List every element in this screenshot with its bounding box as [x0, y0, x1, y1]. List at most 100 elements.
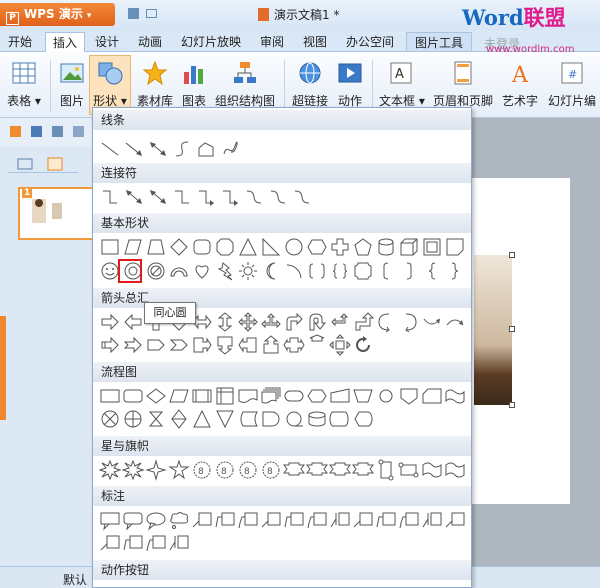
chart-button[interactable]: 图表: [180, 56, 208, 109]
shape-fterm-icon[interactable]: [283, 385, 305, 407]
shape-cl1-icon[interactable]: [191, 509, 213, 531]
shape-calld-icon[interactable]: [214, 334, 236, 356]
picture-button[interactable]: 图片: [58, 56, 86, 109]
app-menu-button[interactable]: P WPS 演示 ▾: [0, 3, 115, 26]
table-button[interactable]: 表格 ▾: [6, 56, 42, 109]
shape-auturn-icon[interactable]: [306, 311, 328, 333]
shape-ftape-icon[interactable]: [444, 385, 466, 407]
shape-cl1-icon[interactable]: [444, 509, 466, 531]
shape-callr-icon[interactable]: [191, 334, 213, 356]
shape-star5-icon[interactable]: [168, 459, 190, 481]
shape-fdelay-icon[interactable]: [260, 408, 282, 430]
shape-sun-icon[interactable]: [237, 260, 259, 282]
shape-wave-icon[interactable]: [421, 459, 443, 481]
shape-fpre-icon[interactable]: [191, 385, 213, 407]
shape-brpair-icon[interactable]: [306, 260, 328, 282]
shape-fdata-icon[interactable]: [168, 385, 190, 407]
shape-darrow-icon[interactable]: [123, 186, 145, 208]
shapes-button[interactable]: 形状 ▾: [89, 55, 131, 115]
shape-call4-icon[interactable]: [329, 334, 351, 356]
shape-tri-icon[interactable]: [237, 236, 259, 258]
shape-cl3-icon[interactable]: [398, 509, 420, 531]
shape-bolt-icon[interactable]: [214, 260, 236, 282]
shape-acurr-icon[interactable]: [398, 311, 420, 333]
shape-fmag-icon[interactable]: [306, 408, 328, 430]
shape-elbowa-icon[interactable]: [219, 186, 241, 208]
shape-rbrace-icon[interactable]: [444, 260, 466, 282]
shape-acuru-icon[interactable]: [421, 311, 443, 333]
textbox-button[interactable]: A 文本框 ▾: [379, 56, 425, 109]
tab-slideshow[interactable]: 幻灯片放映: [181, 32, 241, 52]
shape-cl2-icon[interactable]: [283, 509, 305, 531]
shape-scrib-icon[interactable]: [219, 138, 241, 160]
shape-hex-icon[interactable]: [306, 236, 328, 258]
shape-a3-icon[interactable]: [260, 311, 282, 333]
shape-ribbon-icon[interactable]: [329, 459, 351, 481]
shape-fcon-icon[interactable]: [375, 385, 397, 407]
shape-callud-icon[interactable]: [306, 334, 328, 356]
shape-cl2-icon[interactable]: [375, 509, 397, 531]
shape-fproc-icon[interactable]: [99, 385, 121, 407]
slide-picture[interactable]: [474, 255, 512, 405]
tab-design[interactable]: 设计: [95, 32, 119, 52]
shape-clb-icon[interactable]: [421, 509, 443, 531]
shape-elbow-icon[interactable]: [171, 186, 193, 208]
shape-fext-icon[interactable]: [191, 408, 213, 430]
shape-cl2-icon[interactable]: [122, 532, 144, 554]
shape-exp-icon[interactable]: [99, 459, 121, 481]
shape-curve-icon[interactable]: [171, 138, 193, 160]
shape-abu-icon[interactable]: [352, 311, 374, 333]
shape-cross-icon[interactable]: [329, 236, 351, 258]
shape-acirc-icon[interactable]: [352, 334, 374, 356]
shape-fint-icon[interactable]: [214, 385, 236, 407]
resize-handle[interactable]: [509, 252, 515, 258]
shape-cl1-icon[interactable]: [352, 509, 374, 531]
shape-arcline-icon[interactable]: [283, 260, 305, 282]
header-footer-button[interactable]: 页眉和页脚: [433, 56, 493, 109]
tab-picture-tools[interactable]: 图片工具: [406, 32, 473, 52]
shape-ce-icon[interactable]: [145, 509, 167, 531]
pane-collapse-handle[interactable]: [0, 316, 6, 420]
shape-starn-icon[interactable]: 8: [191, 459, 213, 481]
tab-home[interactable]: 开始: [8, 32, 32, 52]
shape-star4-icon[interactable]: [145, 459, 167, 481]
shape-ribbon-icon[interactable]: [306, 459, 328, 481]
shape-cl1-icon[interactable]: [260, 509, 282, 531]
shape-clb-icon[interactable]: [168, 532, 190, 554]
tab-insert[interactable]: 插入: [45, 32, 86, 52]
shape-arrow-icon[interactable]: [123, 138, 145, 160]
shape-al-icon[interactable]: [122, 311, 144, 333]
shape-scrollh-icon[interactable]: [398, 459, 420, 481]
shape-rect-icon[interactable]: [99, 236, 121, 258]
shape-fcard-icon[interactable]: [421, 385, 443, 407]
shape-acurd-icon[interactable]: [444, 311, 466, 333]
shape-callu-icon[interactable]: [260, 334, 282, 356]
shape-fdisk-icon[interactable]: [329, 408, 351, 430]
wordart-button[interactable]: A 艺术字: [501, 56, 539, 109]
shape-circ-icon[interactable]: [283, 236, 305, 258]
shape-fsort-icon[interactable]: [168, 408, 190, 430]
shape-rbr-icon[interactable]: [398, 260, 420, 282]
shape-heart-icon[interactable]: [191, 260, 213, 282]
shape-rrect-icon[interactable]: [191, 236, 213, 258]
shape-pent-icon[interactable]: [352, 236, 374, 258]
shape-calllr-icon[interactable]: [283, 334, 305, 356]
shape-starn-icon[interactable]: 8: [214, 459, 236, 481]
shape-line-icon[interactable]: [99, 138, 121, 160]
shape-fdisp-icon[interactable]: [352, 408, 374, 430]
action-button[interactable]: 动作: [336, 56, 364, 109]
shape-fmo-icon[interactable]: [352, 385, 374, 407]
shape-cl2-icon[interactable]: [214, 509, 236, 531]
tab-animation[interactable]: 动画: [138, 32, 162, 52]
shape-darrow-icon[interactable]: [147, 138, 169, 160]
shape-starn-icon[interactable]: 8: [260, 459, 282, 481]
shape-foff-icon[interactable]: [398, 385, 420, 407]
save-icon[interactable]: [128, 8, 139, 19]
shape-arc-icon[interactable]: [168, 260, 190, 282]
toolbar-icons[interactable]: [0, 118, 92, 146]
shape-ribbon-icon[interactable]: [283, 459, 305, 481]
hyperlink-button[interactable]: 超链接: [292, 56, 328, 109]
shape-cube-icon[interactable]: [398, 236, 420, 258]
shape-fseq-icon[interactable]: [283, 408, 305, 430]
tab-view[interactable]: 视图: [303, 32, 327, 52]
